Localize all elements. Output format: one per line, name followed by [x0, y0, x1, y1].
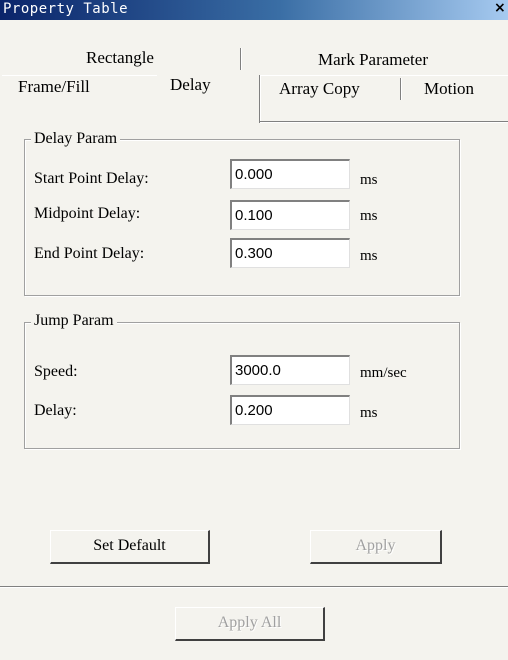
speed-field[interactable] — [230, 355, 350, 385]
window-title: Property Table — [3, 1, 129, 17]
jump-delay-field[interactable] — [230, 395, 350, 425]
tab-mark-parameter[interactable]: Mark Parameter — [318, 50, 428, 70]
end-point-delay-label: End Point Delay: — [34, 245, 145, 262]
midpoint-delay-unit: ms — [360, 208, 378, 224]
end-point-delay-unit: ms — [360, 248, 378, 264]
title-bar: Property Table × — [0, 0, 508, 20]
jump-param-group — [24, 322, 460, 449]
apply-all-button[interactable]: Apply All — [175, 607, 325, 641]
end-point-delay-field[interactable] — [230, 238, 350, 268]
tab-delay[interactable]: Delay — [170, 75, 211, 95]
tab-edge — [2, 75, 157, 76]
tab-frame-fill[interactable]: Frame/Fill — [18, 77, 90, 97]
jump-delay-unit: ms — [360, 405, 378, 421]
divider — [0, 587, 508, 588]
midpoint-delay-field[interactable] — [230, 200, 350, 230]
property-panel: Rectangle Mark Parameter Frame/Fill Dela… — [0, 20, 508, 660]
apply-button[interactable]: Apply — [310, 530, 442, 564]
tab-delay-edge — [259, 75, 261, 123]
midpoint-delay-label: Midpoint Delay: — [34, 205, 141, 222]
tab-separator — [240, 48, 242, 70]
tab-edge — [260, 75, 508, 76]
jump-param-legend: Jump Param — [31, 312, 117, 330]
tab-rectangle[interactable]: Rectangle — [86, 48, 154, 68]
speed-label: Speed: — [34, 363, 78, 380]
close-icon[interactable]: × — [494, 0, 506, 16]
tab-separator — [400, 78, 402, 100]
set-default-button[interactable]: Set Default — [50, 530, 210, 564]
jump-delay-label: Delay: — [34, 402, 77, 419]
start-point-delay-label: Start Point Delay: — [34, 170, 149, 187]
start-point-delay-field[interactable] — [230, 159, 350, 189]
tab-edge — [260, 122, 508, 123]
delay-param-legend: Delay Param — [31, 130, 121, 148]
start-point-delay-unit: ms — [360, 172, 378, 188]
speed-unit: mm/sec — [360, 365, 407, 381]
tab-array-copy[interactable]: Array Copy — [279, 79, 360, 99]
tab-motion[interactable]: Motion — [424, 79, 474, 99]
